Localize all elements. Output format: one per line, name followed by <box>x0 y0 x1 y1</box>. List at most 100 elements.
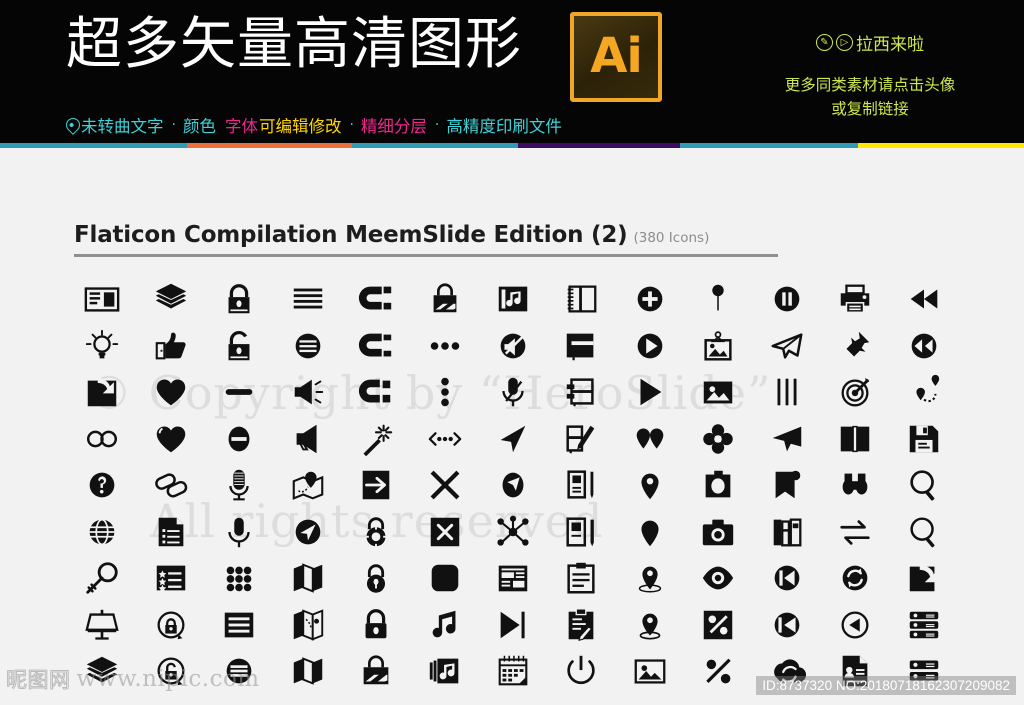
question-circle-icon[interactable] <box>80 463 124 507</box>
map-pin-drop-icon[interactable] <box>628 603 672 647</box>
double-map-pin-icon[interactable] <box>628 417 672 461</box>
map-route-pin-icon[interactable] <box>286 463 330 507</box>
magic-wand-icon[interactable] <box>354 417 398 461</box>
music-album-icon[interactable] <box>491 277 535 321</box>
play-triangle-icon[interactable] <box>628 370 672 414</box>
infinity-icon[interactable] <box>80 417 124 461</box>
key-icon[interactable] <box>80 556 124 600</box>
book-pencil-icon[interactable] <box>559 417 603 461</box>
close-square-icon[interactable] <box>423 510 467 554</box>
map-pin-shadow-icon[interactable] <box>628 556 672 600</box>
target-radar-icon[interactable] <box>833 370 877 414</box>
close-x-icon[interactable] <box>423 463 467 507</box>
cloud-sync-icon[interactable] <box>765 649 809 693</box>
shopping-bag-solid-icon[interactable] <box>354 649 398 693</box>
binoculars-icon[interactable] <box>833 463 877 507</box>
menu-round-icon[interactable] <box>217 649 261 693</box>
server-stack-icon[interactable] <box>902 649 946 693</box>
heart-icon[interactable] <box>149 370 193 414</box>
pause-circle-icon[interactable] <box>765 277 809 321</box>
id-document-icon[interactable] <box>833 649 877 693</box>
rounded-square-icon[interactable] <box>423 556 467 600</box>
rewind-icon[interactable] <box>902 277 946 321</box>
shopping-bag-icon[interactable] <box>423 277 467 321</box>
rewind-circle-icon[interactable] <box>902 324 946 368</box>
combination-lock-icon[interactable] <box>354 510 398 554</box>
map-pin-balloon-icon[interactable] <box>696 277 740 321</box>
swap-arrows-icon[interactable] <box>833 510 877 554</box>
four-petal-flower-icon[interactable] <box>696 417 740 461</box>
printer-icon[interactable] <box>833 277 877 321</box>
clipboard-edit-icon[interactable] <box>559 603 603 647</box>
camera-portrait-icon[interactable] <box>696 463 740 507</box>
bookmark-ribbon-icon[interactable] <box>765 463 809 507</box>
percent-icon[interactable] <box>696 649 740 693</box>
microphone-muted-icon[interactable] <box>491 370 535 414</box>
minus-bar-icon[interactable] <box>217 370 261 414</box>
search-icon[interactable] <box>902 510 946 554</box>
folded-map-icon[interactable] <box>286 556 330 600</box>
music-note-icon[interactable] <box>423 603 467 647</box>
map-location-icon[interactable] <box>286 603 330 647</box>
picture-frame-icon[interactable] <box>696 324 740 368</box>
share-export-icon[interactable] <box>80 370 124 414</box>
more-arrows-icon[interactable] <box>423 417 467 461</box>
plus-circle-icon[interactable] <box>628 277 672 321</box>
grid-dots-icon[interactable] <box>217 556 261 600</box>
skip-next-icon[interactable] <box>491 603 535 647</box>
music-stack-icon[interactable] <box>423 649 467 693</box>
padlock-solid-icon[interactable] <box>354 603 398 647</box>
navigate-circle-icon[interactable] <box>286 510 330 554</box>
compass-navigate-icon[interactable] <box>491 463 535 507</box>
network-nodes-icon[interactable] <box>491 510 535 554</box>
newspaper-icon[interactable] <box>491 556 535 600</box>
menu-circle-icon[interactable] <box>286 324 330 368</box>
map-pin-icon[interactable] <box>628 463 672 507</box>
document-list-icon[interactable] <box>149 510 193 554</box>
padlock-open-icon[interactable] <box>217 324 261 368</box>
id-card-icon[interactable] <box>80 277 124 321</box>
layers-icon[interactable] <box>80 649 124 693</box>
share-arrow-icon[interactable] <box>902 556 946 600</box>
megaphone-solid-icon[interactable] <box>286 417 330 461</box>
unlock-rotate-icon[interactable] <box>149 649 193 693</box>
eye-view-icon[interactable] <box>696 556 740 600</box>
open-book-icon[interactable] <box>833 417 877 461</box>
minus-circle-icon[interactable] <box>217 417 261 461</box>
chain-link-icon[interactable] <box>149 463 193 507</box>
megaphone-icon[interactable] <box>286 370 330 414</box>
magnet-plus-icon[interactable] <box>354 277 398 321</box>
microphone-icon[interactable] <box>217 510 261 554</box>
landscape-photo-icon[interactable] <box>628 649 672 693</box>
layers-stack-icon[interactable] <box>149 277 193 321</box>
padlock-keyhole-icon[interactable] <box>354 556 398 600</box>
magnet-open-icon[interactable] <box>354 370 398 414</box>
more-vertical-icon[interactable] <box>423 370 467 414</box>
bookmark-book-icon[interactable] <box>559 370 603 414</box>
skip-back-filled-icon[interactable] <box>765 603 809 647</box>
map-fold-icon[interactable] <box>286 649 330 693</box>
microphone-retro-icon[interactable] <box>217 463 261 507</box>
clipboard-list-icon[interactable] <box>559 556 603 600</box>
skip-back-circle-icon[interactable] <box>765 556 809 600</box>
percent-square-icon[interactable] <box>696 603 740 647</box>
camera-icon[interactable] <box>696 510 740 554</box>
image-photo-icon[interactable] <box>696 370 740 414</box>
heart-filled-icon[interactable] <box>149 417 193 461</box>
pause-bars-icon[interactable] <box>765 370 809 414</box>
map-pin-solid-icon[interactable] <box>628 510 672 554</box>
pushpin-icon[interactable] <box>833 324 877 368</box>
menu-lines-icon[interactable] <box>286 277 330 321</box>
book-pen-icon[interactable] <box>559 510 603 554</box>
navigation-arrow-icon[interactable] <box>491 417 535 461</box>
more-horizontal-icon[interactable] <box>423 324 467 368</box>
thumbs-up-icon[interactable] <box>149 324 193 368</box>
paper-plane-icon[interactable] <box>765 324 809 368</box>
spiral-notebook-icon[interactable] <box>559 277 603 321</box>
journal-pen-icon[interactable] <box>559 463 603 507</box>
login-arrow-icon[interactable] <box>354 463 398 507</box>
play-circle-icon[interactable] <box>628 324 672 368</box>
padlock-closed-icon[interactable] <box>217 277 261 321</box>
route-pins-icon[interactable] <box>902 370 946 414</box>
play-back-circle-icon[interactable] <box>833 603 877 647</box>
